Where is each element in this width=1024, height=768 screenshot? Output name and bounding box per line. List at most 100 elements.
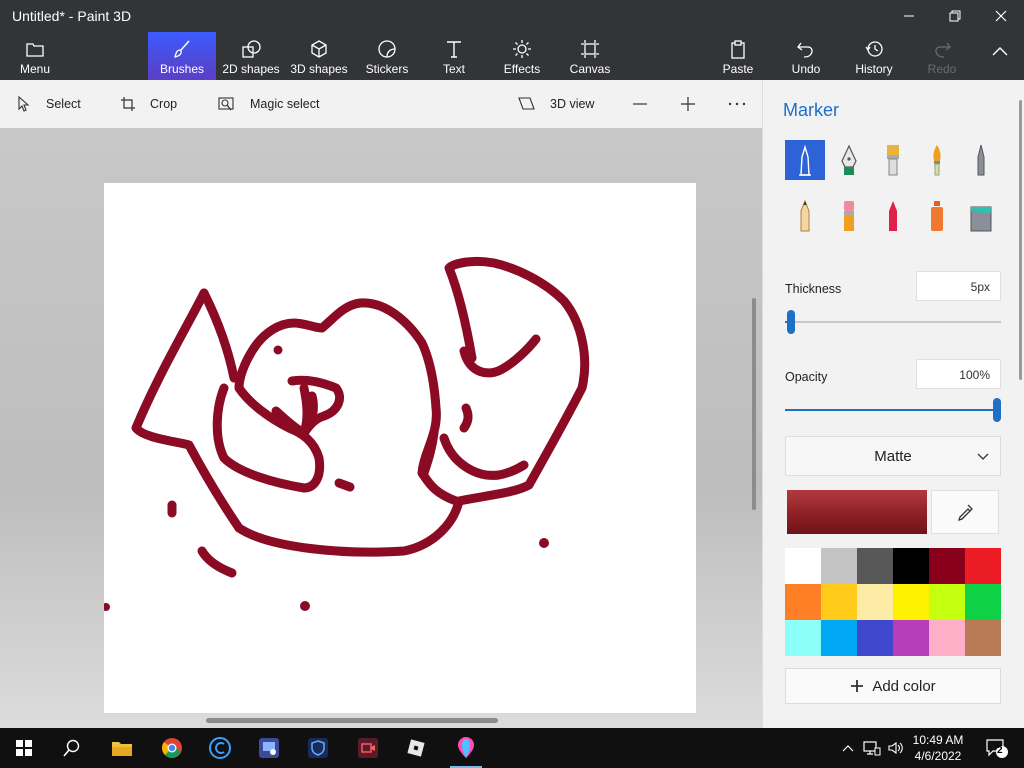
menu-button[interactable]: Menu [10, 32, 60, 80]
canvas-tab[interactable]: Canvas [566, 32, 614, 80]
crop-tool[interactable]: Crop [120, 80, 177, 128]
taskbar: 10:49 AM 4/6/2022 2 [0, 728, 1024, 768]
opacity-slider[interactable] [785, 398, 1001, 422]
zoom-in-button[interactable] [680, 80, 696, 128]
color-swatch[interactable] [893, 620, 929, 656]
file-explorer-app[interactable] [98, 728, 146, 768]
color-swatch[interactable] [785, 620, 821, 656]
more-options-button[interactable] [728, 80, 746, 128]
security-app[interactable] [294, 728, 342, 768]
cursor-arrow-icon [18, 96, 30, 112]
chrome-icon [162, 738, 182, 758]
select-tool[interactable]: Select [16, 80, 81, 128]
color-swatch[interactable] [821, 548, 857, 584]
collapse-ribbon-button[interactable] [984, 32, 1016, 80]
fill-bucket-icon [970, 206, 992, 232]
color-swatch[interactable] [929, 620, 965, 656]
chevron-up-icon [992, 47, 1008, 56]
color-swatch[interactable] [929, 548, 965, 584]
show-hidden-icons-button[interactable] [836, 728, 860, 768]
marker-brush[interactable] [785, 140, 825, 180]
paste-button[interactable]: Paste [716, 32, 760, 80]
2d-shapes-tab[interactable]: 2D shapes [220, 32, 282, 80]
zoom-out-button[interactable] [632, 80, 648, 128]
vertical-scrollbar[interactable] [752, 298, 756, 510]
drawing-canvas[interactable] [102, 183, 696, 713]
color-swatch[interactable] [785, 584, 821, 620]
color-swatch[interactable] [929, 584, 965, 620]
undo-button[interactable]: Undo [784, 32, 828, 80]
color-swatch[interactable] [965, 620, 1001, 656]
search-button[interactable] [48, 728, 96, 768]
color-swatch[interactable] [857, 548, 893, 584]
panel-title: Marker [783, 100, 840, 120]
thickness-input[interactable]: 5px [916, 271, 1001, 301]
network-icon [863, 741, 881, 756]
3d-shapes-tab[interactable]: 3D shapes [288, 32, 350, 80]
pencil-brush[interactable] [785, 196, 825, 236]
color-swatch[interactable] [857, 584, 893, 620]
pixel-pen-brush[interactable] [961, 140, 1001, 180]
thickness-slider-thumb[interactable] [787, 310, 796, 334]
color-swatch[interactable] [857, 620, 893, 656]
text-tab[interactable]: Text [432, 32, 476, 80]
3d-view-button[interactable]: 3D view [518, 80, 594, 128]
horizontal-scrollbar[interactable] [206, 718, 498, 723]
history-button[interactable]: History [852, 32, 896, 80]
color-swatch[interactable] [821, 620, 857, 656]
start-button[interactable] [0, 728, 48, 768]
watercolor-brush[interactable] [917, 140, 957, 180]
canvas-icon [581, 40, 599, 58]
taskbar-clock[interactable]: 10:49 AM 4/6/2022 [905, 732, 971, 764]
panel-scrollbar[interactable] [1019, 100, 1022, 380]
pixel-pen-icon [977, 144, 985, 176]
crayon-icon [889, 201, 897, 231]
eyedropper-button[interactable] [931, 490, 999, 534]
restore-button[interactable] [932, 0, 978, 32]
paint-3d-app[interactable] [442, 728, 490, 768]
tool-bar: Select Crop Magic select 3D view [0, 80, 762, 128]
crayon-brush[interactable] [873, 196, 913, 236]
minimize-button[interactable] [886, 0, 932, 32]
eraser-icon [844, 201, 854, 231]
notifications-button[interactable]: 2 [982, 728, 1012, 768]
oil-brush[interactable] [873, 140, 913, 180]
minimize-icon [904, 15, 914, 17]
title-bar: Untitled* - Paint 3D [0, 0, 1024, 32]
thickness-slider[interactable] [785, 310, 1001, 334]
color-palette [785, 548, 1001, 656]
brushes-tab[interactable]: Brushes [148, 32, 216, 80]
eraser-brush[interactable] [829, 196, 869, 236]
add-color-button[interactable]: Add color [785, 668, 1001, 704]
eyedropper-icon [957, 504, 973, 521]
calligraphy-pen-brush[interactable] [829, 140, 869, 180]
spray-can-brush[interactable] [917, 196, 957, 236]
fill-bucket-brush[interactable] [961, 196, 1001, 236]
color-swatch[interactable] [965, 548, 1001, 584]
close-button[interactable] [978, 0, 1024, 32]
color-swatch[interactable] [821, 584, 857, 620]
color-swatch[interactable] [785, 548, 821, 584]
finish-dropdown[interactable]: Matte [785, 436, 1001, 476]
redo-icon [935, 42, 951, 58]
color-swatch[interactable] [893, 548, 929, 584]
opacity-input[interactable]: 100% [916, 359, 1001, 389]
redo-button[interactable]: Redo [920, 32, 964, 80]
plus-icon [851, 680, 864, 692]
2d-shapes-icon [242, 40, 261, 58]
roblox-app[interactable] [392, 728, 440, 768]
remote-app[interactable] [245, 728, 293, 768]
current-color-swatch[interactable] [787, 490, 927, 534]
color-swatch[interactable] [893, 584, 929, 620]
clock-date: 4/6/2022 [914, 749, 962, 763]
stickers-tab[interactable]: Stickers [362, 32, 412, 80]
chrome-app[interactable] [148, 728, 196, 768]
network-button[interactable] [860, 728, 884, 768]
recorder-app[interactable] [344, 728, 392, 768]
effects-tab[interactable]: Effects [500, 32, 544, 80]
opacity-slider-fill [785, 409, 1001, 411]
magic-select-tool[interactable]: Magic select [218, 80, 319, 128]
cortana-app[interactable] [196, 728, 244, 768]
opacity-slider-thumb[interactable] [993, 398, 1001, 422]
color-swatch[interactable] [965, 584, 1001, 620]
